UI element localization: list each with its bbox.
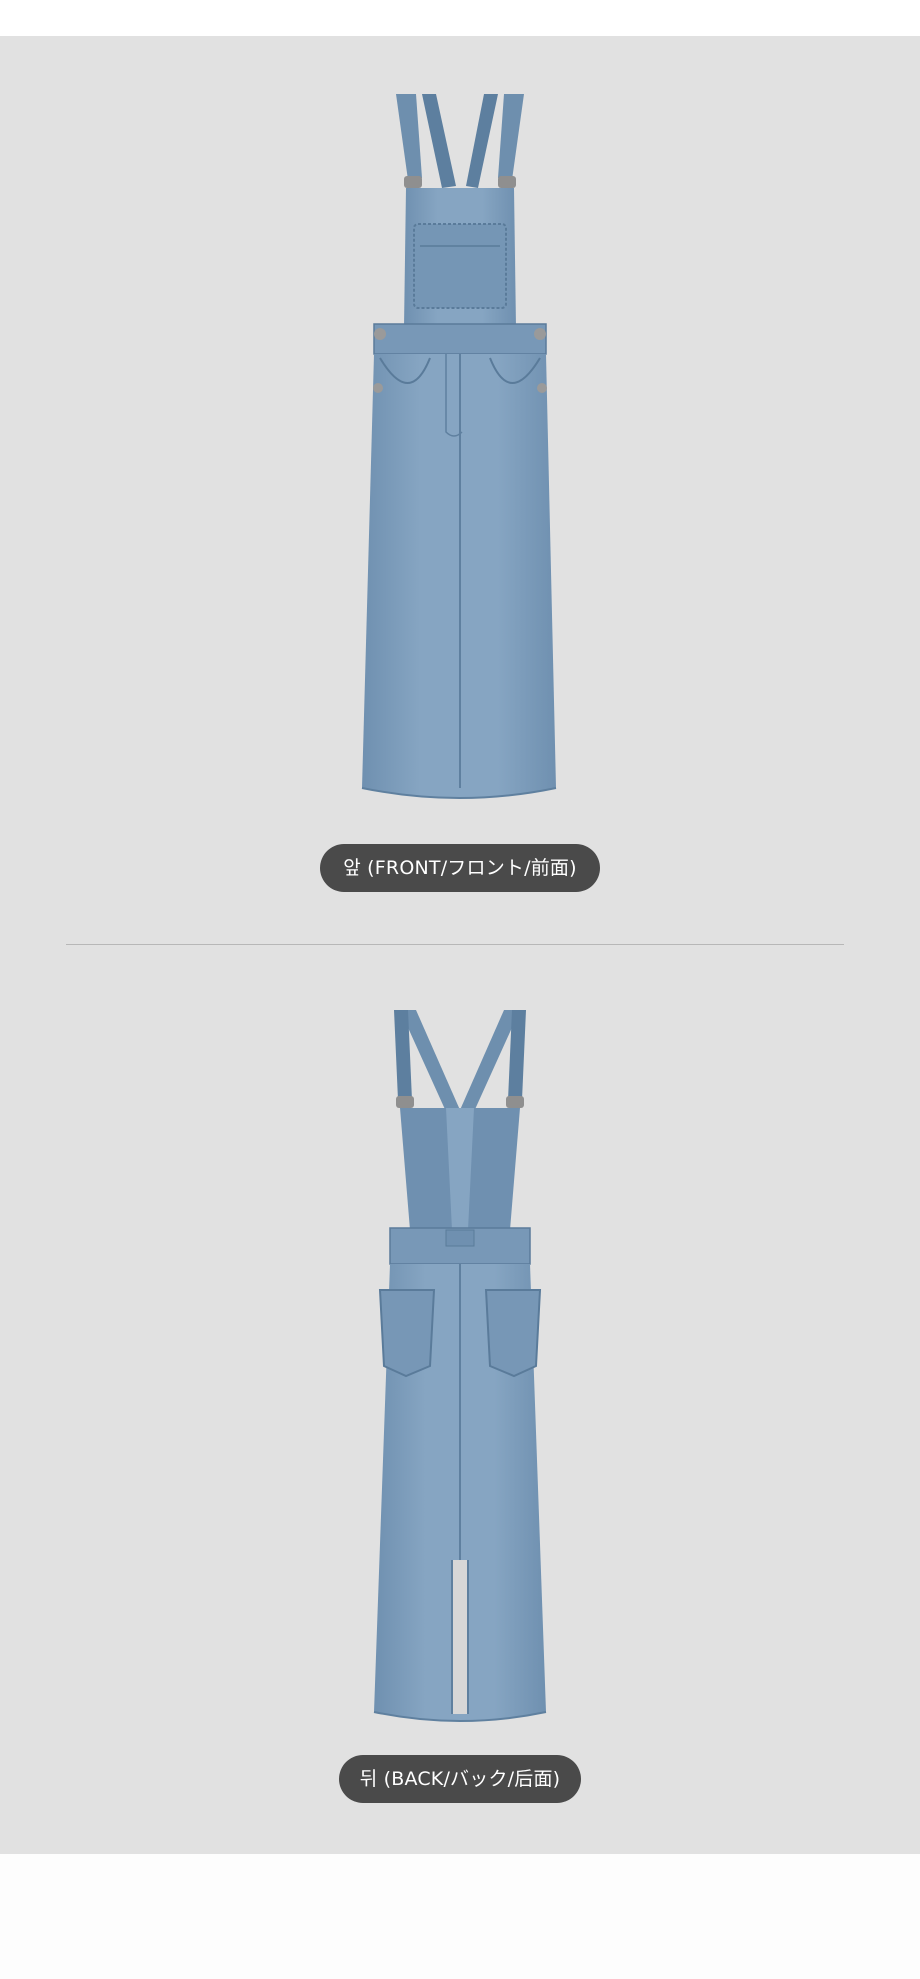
front-view-image	[350, 88, 570, 818]
front-view-label: 앞 (FRONT/フロント/前面)	[320, 844, 600, 892]
back-view-label: 뒤 (BACK/バック/后面)	[339, 1755, 581, 1803]
back-view-image	[350, 1000, 570, 1740]
top-margin	[0, 0, 920, 36]
section-divider	[66, 944, 844, 945]
bottom-margin	[0, 1854, 920, 1979]
